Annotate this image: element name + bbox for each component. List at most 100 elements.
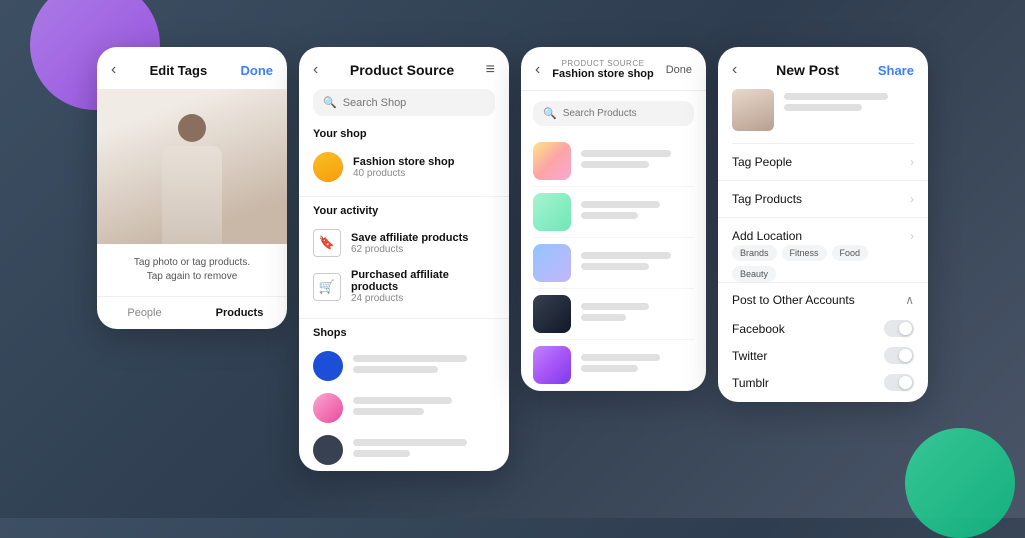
shop-info: Fashion store shop 40 products [353, 156, 454, 179]
edit-tags-back-button[interactable]: ‹ [111, 61, 116, 79]
fashion-done-button[interactable]: Done [666, 64, 692, 76]
person-silhouette [157, 114, 227, 244]
fashion-product-2[interactable] [533, 187, 694, 238]
tag-people-chevron: › [910, 155, 914, 169]
shop-list-item-1[interactable] [299, 345, 509, 387]
other-accounts-section: Post to Other Accounts ∧ Facebook Twitte… [718, 283, 928, 402]
new-post-caption-lines [784, 89, 914, 115]
new-post-share-button[interactable]: Share [878, 63, 914, 78]
location-tag-food[interactable]: Food [832, 245, 869, 261]
product-thumb-2 [533, 193, 571, 231]
save-affiliate-icon: 🔖 [313, 229, 341, 257]
search-products-input[interactable] [563, 108, 684, 119]
product-lines-2 [581, 201, 694, 223]
cart-icon: 🛒 [319, 279, 335, 295]
your-activity-label: Your activity [299, 205, 509, 223]
shop-list-line-3b [353, 450, 410, 457]
tab-people[interactable]: People [97, 297, 192, 329]
shop-list-avatar-2 [313, 393, 343, 423]
tag-products-chevron: › [910, 192, 914, 206]
shop-list-item-3[interactable] [299, 429, 509, 471]
your-shop-item[interactable]: Fashion store shop 40 products [299, 146, 509, 188]
shop-count: 40 products [353, 168, 454, 179]
shop-list-line-1b [353, 366, 438, 373]
edit-tags-photo[interactable] [97, 89, 287, 244]
product-line-5a [581, 354, 660, 361]
fashion-back-button[interactable]: ‹ [535, 61, 540, 79]
fashion-product-3[interactable] [533, 238, 694, 289]
product-line-4a [581, 303, 649, 310]
product-thumb-1 [533, 142, 571, 180]
product-thumb-3 [533, 244, 571, 282]
edit-tags-title: Edit Tags [150, 63, 208, 78]
location-tag-beauty[interactable]: Beauty [732, 266, 776, 282]
twitter-label: Twitter [732, 349, 767, 363]
fashion-product-1[interactable] [533, 136, 694, 187]
new-post-thumbnail [732, 89, 774, 131]
twitter-toggle[interactable] [884, 347, 914, 364]
other-accounts-label: Post to Other Accounts [732, 293, 855, 307]
save-affiliate-info: Save affiliate products 62 products [351, 232, 468, 255]
purchased-affiliate-item[interactable]: 🛒 Purchased affiliate products 24 produc… [299, 263, 509, 310]
edit-tags-done-button[interactable]: Done [241, 63, 274, 78]
edit-tags-header: ‹ Edit Tags Done [97, 47, 287, 89]
location-tag-fitness[interactable]: Fitness [782, 245, 827, 261]
product-lines-1 [581, 150, 694, 172]
tab-products[interactable]: Products [192, 297, 287, 329]
shop-list-lines-1 [353, 355, 495, 377]
save-affiliate-count: 62 products [351, 244, 468, 255]
product-line-3b [581, 263, 649, 270]
new-post-title: New Post [776, 62, 839, 78]
add-location-label: Add Location [732, 229, 802, 243]
add-location-option[interactable]: Add Location › Brands Fitness Food Beaut… [718, 218, 928, 283]
shop-list-item-2[interactable] [299, 387, 509, 429]
fashion-product-4[interactable] [533, 289, 694, 340]
shop-avatar [313, 152, 343, 182]
product-source-title: Product Source [350, 62, 454, 78]
person-head [178, 114, 206, 142]
caption-line-1 [784, 93, 888, 100]
tumblr-toggle[interactable] [884, 374, 914, 391]
shop-name: Fashion store shop [353, 156, 454, 168]
fashion-title: Fashion store shop [552, 68, 653, 80]
location-tag-brands[interactable]: Brands [732, 245, 777, 261]
tag-people-option[interactable]: Tag People › [718, 144, 928, 181]
fashion-products-list [521, 136, 706, 391]
product-line-1a [581, 150, 671, 157]
product-line-3a [581, 252, 671, 259]
product-thumb-4 [533, 295, 571, 333]
new-post-back-button[interactable]: ‹ [732, 61, 737, 79]
twitter-row: Twitter [732, 342, 914, 369]
shops-label: Shops [299, 327, 509, 345]
product-source-menu-button[interactable]: ≡ [486, 61, 495, 79]
fashion-search[interactable]: 🔍 [533, 101, 694, 126]
tag-products-option[interactable]: Tag Products › [718, 181, 928, 218]
search-shop-input[interactable] [343, 97, 485, 109]
purchased-affiliate-name: Purchased affiliate products [351, 269, 495, 293]
tumblr-toggle-knob [899, 376, 912, 389]
divider-1 [299, 196, 509, 197]
tumblr-label: Tumblr [732, 376, 769, 390]
product-line-4b [581, 314, 626, 321]
location-tags-container: Brands Fitness Food Beauty [732, 245, 914, 282]
other-accounts-header: Post to Other Accounts ∧ [732, 293, 914, 307]
tag-instruction: Tag photo or tag products. Tap again to … [97, 244, 287, 296]
product-line-2b [581, 212, 638, 219]
save-affiliate-item[interactable]: 🔖 Save affiliate products 62 products [299, 223, 509, 263]
tumblr-row: Tumblr [732, 369, 914, 396]
person-body [162, 146, 222, 244]
product-lines-3 [581, 252, 694, 274]
product-lines-5 [581, 354, 694, 376]
tag-products-label: Tag Products [732, 192, 802, 206]
shop-list-line-1a [353, 355, 467, 362]
purchased-affiliate-icon: 🛒 [313, 273, 341, 301]
shop-list-lines-3 [353, 439, 495, 461]
fashion-product-5[interactable] [533, 340, 694, 391]
fashion-center-info: PRODUCT SOURCE Fashion store shop [552, 59, 653, 80]
product-source-search[interactable]: 🔍 [313, 89, 495, 116]
facebook-toggle[interactable] [884, 320, 914, 337]
other-accounts-chevron-up[interactable]: ∧ [905, 293, 914, 307]
search-icon: 🔍 [323, 96, 337, 109]
product-source-back-button[interactable]: ‹ [313, 61, 318, 79]
add-location-chevron: › [910, 229, 914, 243]
